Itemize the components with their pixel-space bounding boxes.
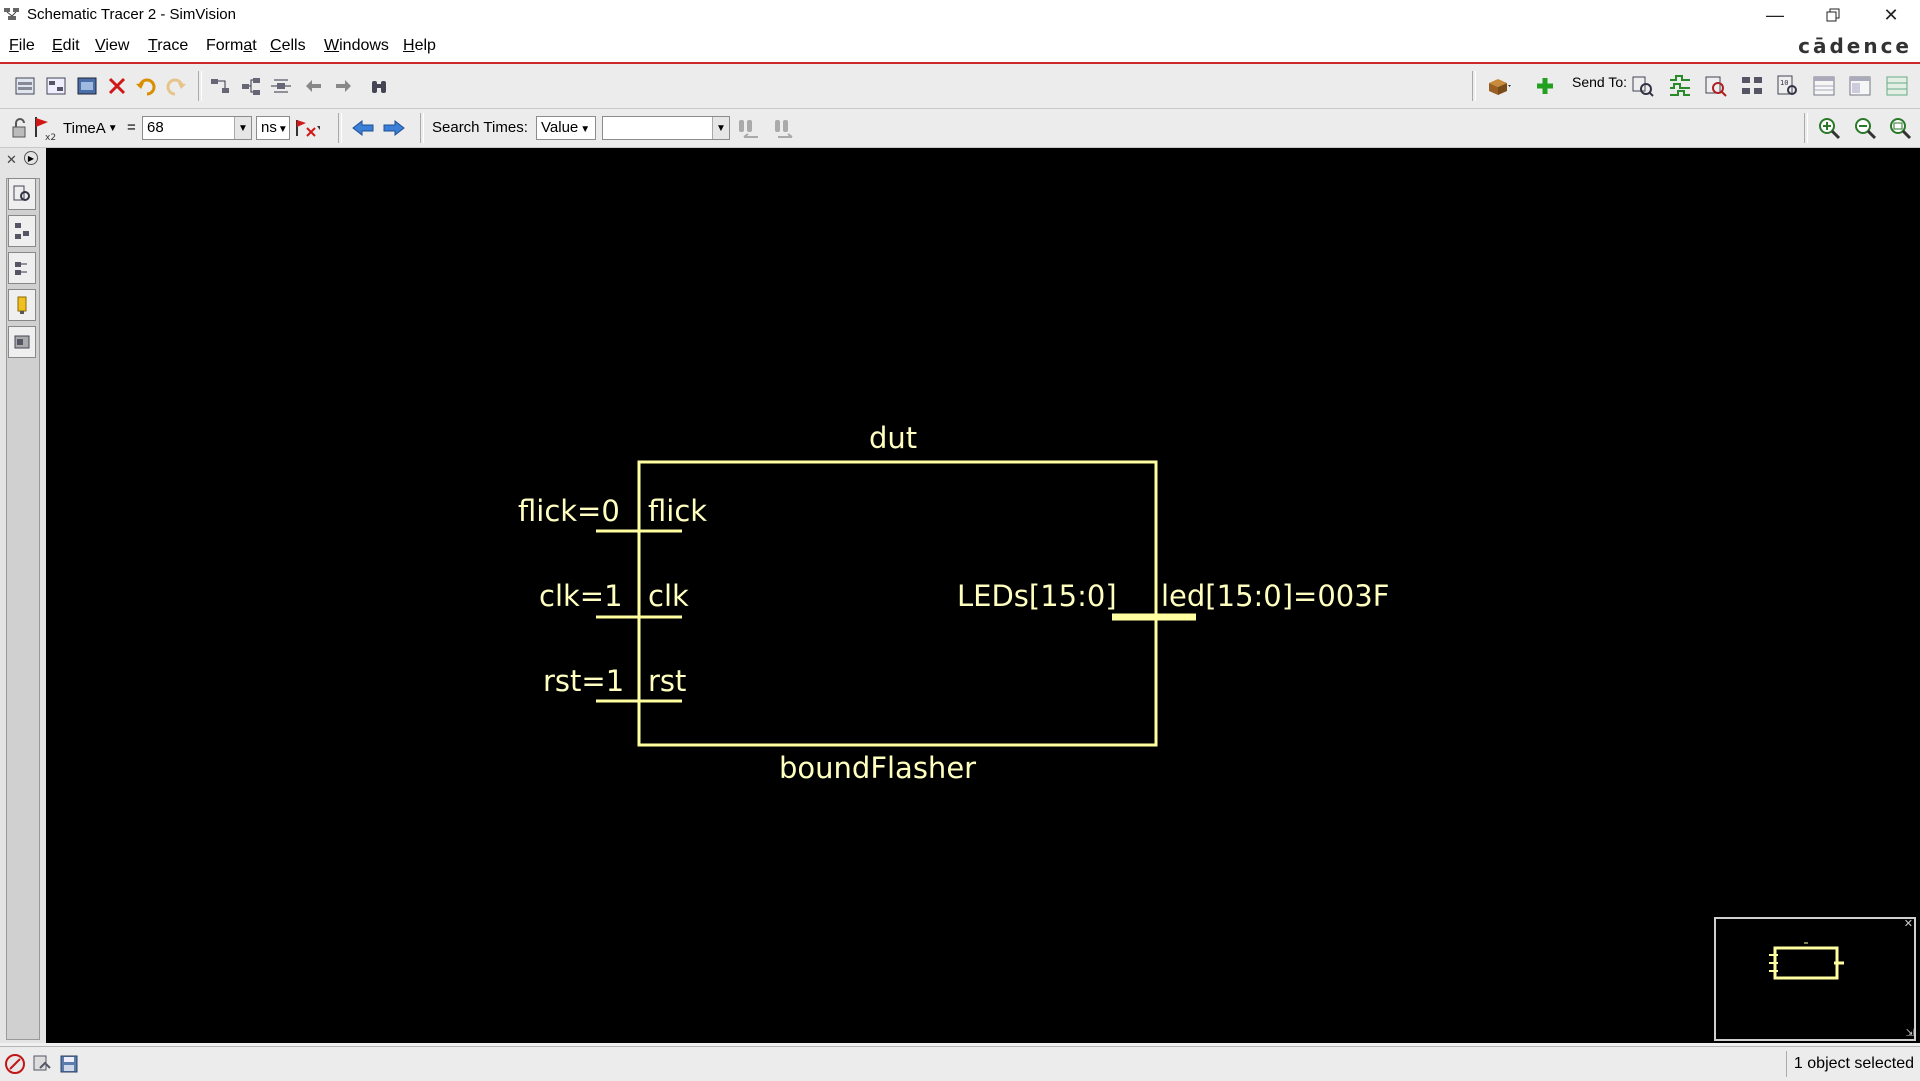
go-back-icon[interactable] (300, 73, 326, 99)
chevron-down-icon: ▼ (580, 124, 591, 135)
new-window-icon[interactable] (12, 73, 38, 99)
save-icon[interactable] (56, 1051, 82, 1077)
cursor-time-combo[interactable]: 68 ▼ (142, 116, 252, 140)
next-time-icon[interactable] (381, 115, 407, 141)
undo-icon[interactable] (133, 73, 159, 99)
select-all-icon[interactable] (74, 73, 100, 99)
port-label-rst: rst (648, 664, 687, 698)
send-to-memory-icon[interactable] (1811, 73, 1837, 99)
toolbar-separator (1804, 113, 1808, 143)
send-to-table-icon[interactable] (1884, 73, 1910, 99)
send-to-transaction-icon[interactable] (1847, 73, 1873, 99)
equals-label: = (127, 119, 136, 136)
cadence-logo: cādence (1798, 34, 1912, 58)
cursor-toolbar: x2 TimeA ▼ = 68 ▼ ns▼ Search Times: Value… (0, 109, 1920, 148)
send-to-source-icon[interactable]: 10 (1775, 73, 1801, 99)
run-script-icon[interactable] (29, 1051, 55, 1077)
minimize-icon[interactable]: — (1746, 0, 1804, 30)
side-search-icon[interactable] (8, 178, 36, 210)
search-forward-icon[interactable] (772, 115, 798, 141)
add-icon[interactable] (1532, 73, 1558, 99)
svg-text:x2: x2 (45, 133, 56, 141)
menu-bar: File Edit View Trace Format Cells Window… (0, 30, 1920, 64)
zoom-out-icon[interactable] (1852, 115, 1878, 141)
side-marker-icon[interactable] (8, 289, 36, 321)
menu-trace[interactable]: Trace (148, 37, 188, 55)
trace-drivers-icon[interactable] (207, 73, 233, 99)
time-unit-dropdown[interactable]: ns▼ (256, 116, 290, 140)
chevron-down-icon[interactable]: ▼ (234, 117, 251, 139)
previous-time-icon[interactable] (350, 115, 376, 141)
search-backward-icon[interactable] (736, 115, 762, 141)
cursor-flag-icon[interactable]: x2 (30, 115, 56, 141)
send-to-label: Send To: (1572, 74, 1628, 90)
side-signals-icon[interactable] (8, 252, 36, 284)
delete-icon[interactable] (104, 73, 130, 99)
menu-format[interactable]: Format (206, 37, 257, 55)
go-forward-icon[interactable] (331, 73, 357, 99)
status-bar: 1 object selected (0, 1046, 1920, 1081)
toolbar-separator (338, 113, 342, 143)
cursor-time-value: 68 (147, 119, 164, 136)
zoom-fit-icon[interactable] (1887, 115, 1913, 141)
menu-edit[interactable]: Edit (52, 37, 80, 55)
side-hierarchy-icon[interactable] (8, 215, 36, 247)
send-to-design-browser-icon[interactable] (1630, 73, 1656, 99)
menu-help[interactable]: Help (403, 37, 436, 55)
trace-loads-icon[interactable] (238, 73, 264, 99)
schematic-canvas[interactable]: dut boundFlasher flick=0 flick clk=1 clk… (46, 148, 1920, 1043)
window-title: Schematic Tracer 2 - SimVision (27, 6, 236, 23)
port-label-leds: LEDs[15:0] (957, 579, 1117, 613)
module-name: boundFlasher (779, 751, 977, 785)
resize-grip-icon[interactable]: ⇲ (1906, 1028, 1914, 1039)
toolbar-separator (1472, 71, 1476, 101)
tools-package-icon[interactable] (1486, 73, 1512, 99)
title-bar: Schematic Tracer 2 - SimVision — ✕ (0, 0, 1920, 30)
net-value-clk: clk=1 (539, 579, 623, 613)
zoom-in-icon[interactable] (1816, 115, 1842, 141)
chevron-down-icon: ▼ (277, 124, 288, 135)
delete-cursor-icon[interactable] (294, 115, 320, 141)
port-label-flick: flick (648, 494, 708, 528)
cursor-name-dropdown[interactable]: TimeA ▼ (63, 116, 118, 140)
stop-simulation-icon[interactable] (2, 1051, 28, 1077)
main-toolbar: Send To: 10 (0, 64, 1920, 109)
close-icon[interactable]: ✕ (6, 152, 17, 168)
svg-text:10: 10 (1780, 79, 1788, 87)
search-times-label: Search Times: (432, 119, 528, 136)
net-value-rst: rst=1 (543, 664, 625, 698)
port-label-clk: clk (648, 579, 689, 613)
chevron-down-icon: ▼ (107, 122, 118, 134)
overview-panel[interactable]: ✕ ⇲ (1714, 917, 1916, 1041)
menu-view[interactable]: View (95, 37, 129, 55)
net-value-flick: flick=0 (518, 494, 620, 528)
status-divider (1786, 1051, 1787, 1077)
schematic-view-icon[interactable] (43, 73, 69, 99)
trace-both-icon[interactable] (268, 73, 294, 99)
send-to-schematic-icon[interactable] (1739, 73, 1765, 99)
simvision-app-icon (3, 6, 21, 22)
toolbar-separator (420, 113, 424, 143)
menu-file[interactable]: File (9, 37, 35, 55)
chevron-down-icon[interactable]: ▼ (712, 117, 729, 139)
expand-panel-icon[interactable]: ▶ (24, 151, 38, 165)
side-panel: ✕ ▶ (0, 148, 46, 1043)
close-icon[interactable]: ✕ (1862, 0, 1920, 30)
binoculars-icon[interactable] (366, 73, 392, 99)
search-mode-dropdown[interactable]: Value ▼ (536, 116, 596, 140)
send-to-register-icon[interactable] (1703, 73, 1729, 99)
toolbar-separator (198, 71, 202, 101)
menu-cells[interactable]: Cells (270, 37, 306, 55)
menu-windows[interactable]: Windows (324, 37, 389, 55)
restore-icon[interactable] (1804, 0, 1862, 30)
instance-name: dut (869, 421, 918, 455)
overview-thumbnail (1769, 942, 1844, 980)
side-properties-icon[interactable] (8, 326, 36, 358)
send-to-waveform-icon[interactable] (1667, 73, 1693, 99)
net-value-led: led[15:0]=003F (1161, 579, 1390, 613)
redo-icon[interactable] (163, 73, 189, 99)
status-message: 1 object selected (1793, 1055, 1914, 1072)
search-value-combo[interactable]: ▼ (602, 116, 730, 140)
